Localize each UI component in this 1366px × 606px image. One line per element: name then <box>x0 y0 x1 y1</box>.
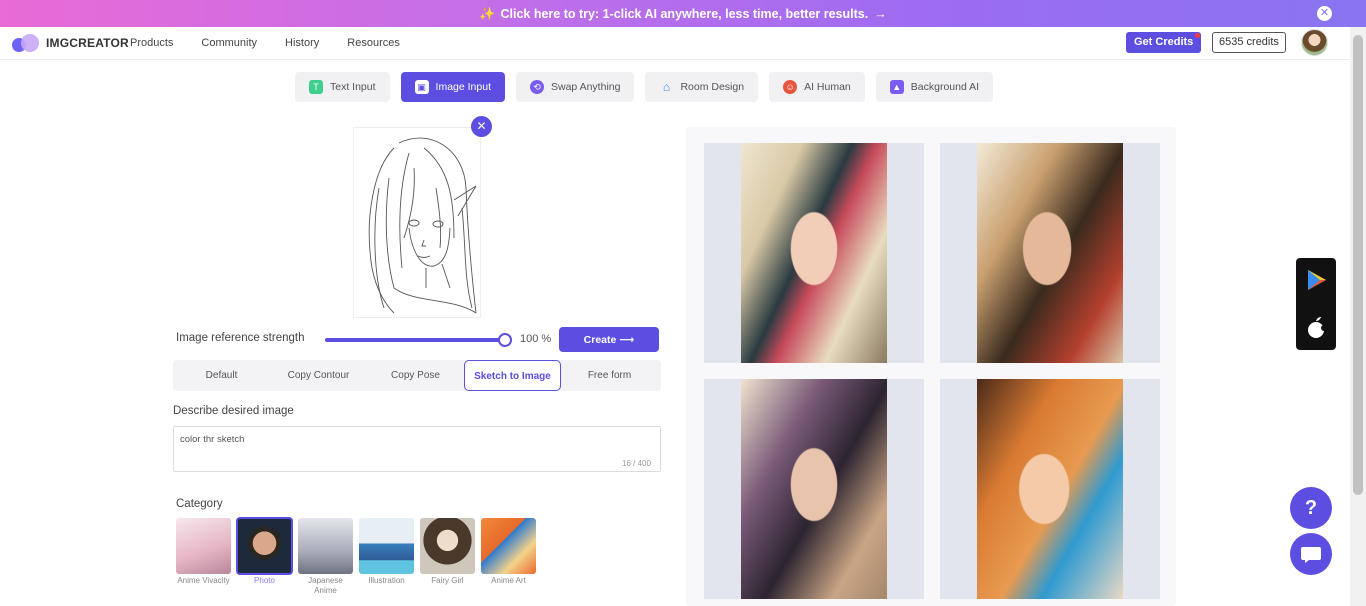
chat-icon <box>1301 547 1321 563</box>
category-label-text: Anime Art <box>491 576 526 585</box>
sparkle-icon: ✨ <box>479 5 496 21</box>
scrollbar-thumb[interactable] <box>1353 35 1363 495</box>
mode-copy-pose[interactable]: Copy Pose <box>367 360 464 391</box>
tab-label: Text Input <box>330 81 376 93</box>
nav-history[interactable]: History <box>285 37 319 49</box>
result-image-3[interactable] <box>704 379 924 599</box>
category-japanese-anime[interactable]: Japanese Anime <box>298 518 353 596</box>
mode-default[interactable]: Default <box>173 360 270 391</box>
result-image-2[interactable] <box>940 143 1160 363</box>
nav-resources[interactable]: Resources <box>347 37 400 49</box>
strength-slider-track[interactable] <box>325 338 506 342</box>
tab-label: Swap Anything <box>550 81 621 93</box>
tab-image-input[interactable]: ▣ Image Input <box>400 72 505 102</box>
get-credits-button[interactable]: Get Credits <box>1126 32 1202 53</box>
scrollbar[interactable] <box>1350 27 1366 606</box>
tab-label: Background AI <box>910 81 980 93</box>
apple-icon[interactable] <box>1308 317 1327 338</box>
category-list: Anime Vivacity Photo Japanese Anime Illu… <box>176 517 542 596</box>
generated-portrait <box>741 379 887 599</box>
category-anime-vivacity[interactable]: Anime Vivacity <box>176 518 231 596</box>
tab-label: AI Human <box>804 81 851 93</box>
category-thumbnail <box>420 518 475 574</box>
category-illustration[interactable]: Illustration <box>359 518 414 596</box>
mode-sketch-to-image[interactable]: Sketch to Image <box>464 360 561 391</box>
notification-dot <box>1195 33 1201 38</box>
create-button[interactable]: Create ⟶ <box>559 327 659 352</box>
tab-text-input[interactable]: T Text Input <box>295 72 390 102</box>
close-icon[interactable]: ✕ <box>1317 6 1332 21</box>
category-label-text: Photo <box>254 576 275 585</box>
generated-portrait <box>977 143 1123 363</box>
app-badges <box>1308 270 1327 338</box>
tab-swap-anything[interactable]: ⟲ Swap Anything <box>515 72 635 102</box>
tab-label: Image Input <box>435 81 491 93</box>
banner-text[interactable]: Click here to try: 1-click AI anywhere, … <box>500 7 868 21</box>
results-panel <box>686 127 1176 606</box>
mode-tabs: T Text Input ▣ Image Input ⟲ Swap Anythi… <box>295 72 1004 102</box>
category-label: Category <box>176 498 223 510</box>
background-icon: ▲ <box>889 80 904 94</box>
category-thumbnail <box>236 517 293 575</box>
category-thumbnail <box>359 518 414 574</box>
arrow-right-icon: → <box>874 6 887 21</box>
strength-slider-handle[interactable] <box>498 333 512 347</box>
top-nav: IMGCREATOR Products Community History Re… <box>0 27 1350 60</box>
uploaded-sketch-image <box>353 127 481 318</box>
result-image-4[interactable] <box>940 379 1160 599</box>
google-play-icon[interactable] <box>1308 270 1326 290</box>
category-fairy-girl[interactable]: Fairy Girl <box>420 518 475 596</box>
category-thumbnail <box>176 518 231 574</box>
tab-background-ai[interactable]: ▲ Background AI <box>875 72 994 102</box>
reference-mode-selector: Default Copy Contour Copy Pose Sketch to… <box>173 360 661 391</box>
mode-copy-contour[interactable]: Copy Contour <box>270 360 367 391</box>
category-photo[interactable]: Photo <box>236 517 293 596</box>
remove-image-button[interactable]: ✕ <box>471 116 492 137</box>
tab-label: Room Design <box>680 81 745 93</box>
nav-community[interactable]: Community <box>201 37 257 49</box>
image-input-icon: ▣ <box>414 80 429 94</box>
generated-portrait <box>741 143 887 363</box>
strength-label: Image reference strength <box>176 332 305 344</box>
sketch-drawing <box>354 128 480 317</box>
category-label-text: Illustration <box>368 576 405 585</box>
tab-ai-human[interactable]: ☺ AI Human <box>769 72 865 102</box>
category-anime-art[interactable]: Anime Art <box>481 518 536 596</box>
strength-value: 100 % <box>520 333 552 345</box>
generated-portrait <box>977 379 1123 599</box>
get-credits-label: Get Credits <box>1134 36 1194 48</box>
human-icon: ☺ <box>783 80 798 94</box>
help-button[interactable]: ? <box>1290 487 1332 529</box>
swap-icon: ⟲ <box>529 80 544 94</box>
category-label-text: Japanese Anime <box>308 576 343 595</box>
category-label-text: Anime Vivacity <box>177 576 230 585</box>
result-image-1[interactable] <box>704 143 924 363</box>
category-thumbnail <box>481 518 536 574</box>
house-icon: ⌂ <box>662 80 671 94</box>
logo-text: IMGCREATOR <box>46 36 129 50</box>
nav-links: Products Community History Resources <box>130 37 428 49</box>
nav-products[interactable]: Products <box>130 37 173 49</box>
category-thumbnail <box>298 518 353 574</box>
describe-textarea[interactable]: color thr sketch <box>173 426 661 472</box>
tab-room-design[interactable]: ⌂ Room Design <box>645 72 759 102</box>
logo-icon <box>12 33 42 53</box>
chat-button[interactable] <box>1290 533 1332 575</box>
mode-free-form[interactable]: Free form <box>561 360 658 391</box>
char-counter: 16 / 400 <box>622 459 651 468</box>
category-label-text: Fairy Girl <box>431 576 464 585</box>
text-input-icon: T <box>309 80 323 94</box>
describe-label: Describe desired image <box>173 405 294 417</box>
app-store-links <box>1296 258 1336 350</box>
credits-balance: 6535 credits <box>1212 32 1286 53</box>
logo[interactable]: IMGCREATOR <box>12 33 129 53</box>
avatar[interactable] <box>1301 29 1328 56</box>
promo-banner[interactable]: ✨ Click here to try: 1-click AI anywhere… <box>0 0 1366 27</box>
